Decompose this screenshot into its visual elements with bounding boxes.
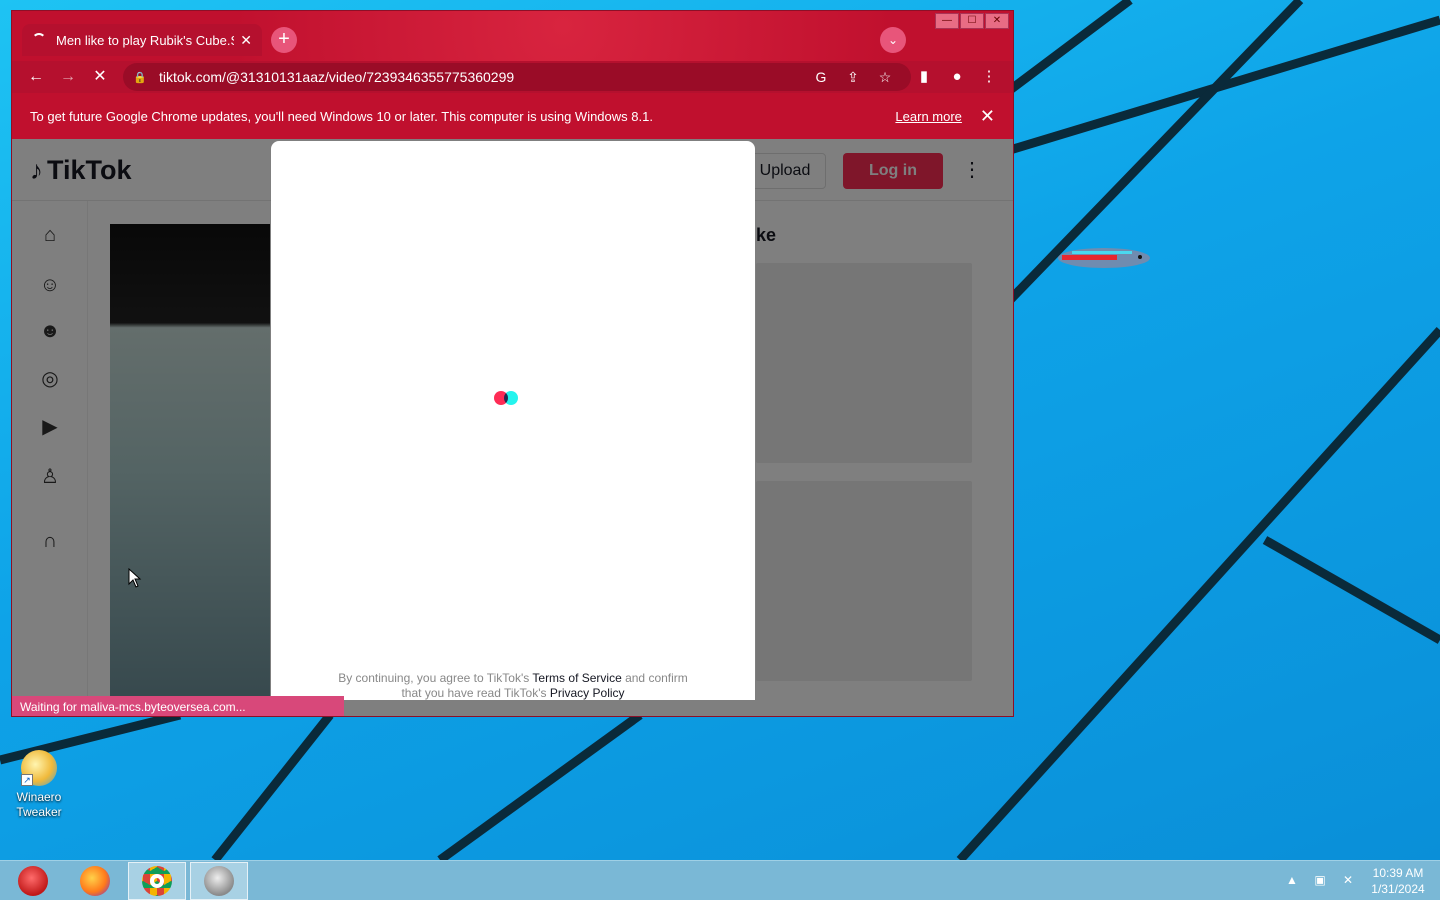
loading-indicator-icon bbox=[494, 389, 526, 409]
minimize-button[interactable]: — bbox=[935, 13, 959, 29]
clock[interactable]: 10:39 AM 1/31/2024 bbox=[1362, 865, 1434, 897]
forward-button[interactable]: → bbox=[52, 63, 84, 91]
chrome-icon bbox=[142, 865, 172, 896]
tab-close-icon[interactable]: ✕ bbox=[240, 32, 252, 49]
loader-cyan-dot bbox=[504, 391, 518, 405]
stop-loading-button[interactable]: ✕ bbox=[84, 63, 116, 91]
clock-time: 10:39 AM bbox=[1372, 866, 1424, 880]
desktop-icon-label-2: Tweaker bbox=[16, 805, 62, 819]
status-bubble: Waiting for maliva-mcs.byteoversea.com..… bbox=[12, 696, 344, 716]
profile-avatar-icon[interactable]: ● bbox=[942, 63, 972, 91]
clock-date: 1/31/2024 bbox=[1371, 882, 1425, 896]
fish-wallpaper-icon bbox=[1058, 248, 1150, 268]
tab-strip: Men like to play Rubik's Cube.So ✕ + ⌄ —… bbox=[12, 11, 1013, 61]
google-lens-icon[interactable]: G bbox=[805, 69, 837, 85]
loading-spinner-icon bbox=[32, 33, 46, 47]
privacy-policy-link[interactable]: Privacy Policy bbox=[550, 686, 625, 700]
winaero-tweaker-icon: ↗ bbox=[21, 750, 57, 786]
update-infobar: To get future Google Chrome updates, you… bbox=[12, 93, 1013, 139]
tiktok-page: ♪ TikTok Upload Log in ⋮ ⌂ ☺ ☻ ◎ ▶ ♙ ∩ k… bbox=[12, 139, 1013, 716]
ladybug-app-icon bbox=[18, 865, 48, 896]
back-button[interactable]: ← bbox=[20, 63, 52, 91]
system-tray: ▲ ▣ ✕ 10:39 AM 1/31/2024 bbox=[1278, 861, 1440, 900]
show-hidden-icons[interactable]: ▲ bbox=[1284, 873, 1300, 889]
taskbar-app-chrome[interactable] bbox=[128, 861, 186, 900]
new-tab-button[interactable]: + bbox=[271, 27, 297, 53]
volume-muted-icon[interactable]: ✕ bbox=[1340, 873, 1356, 889]
tab-title: Men like to play Rubik's Cube.So bbox=[56, 32, 235, 48]
terms-text: By continuing, you agree to TikTok's Ter… bbox=[331, 671, 695, 701]
url-text[interactable]: tiktok.com/@31310131aaz/video/7239346355… bbox=[159, 69, 805, 85]
lock-icon[interactable]: 🔒 bbox=[133, 71, 151, 84]
terms-prefix: By continuing, you agree to TikTok's bbox=[338, 671, 533, 685]
taskbar-app-ladybug[interactable] bbox=[4, 862, 62, 900]
mouse-cursor-icon bbox=[128, 568, 142, 588]
network-icon[interactable]: ▣ bbox=[1312, 873, 1328, 889]
taskbar-app-firefox[interactable] bbox=[66, 862, 124, 900]
share-icon[interactable]: ⇪ bbox=[837, 69, 869, 86]
terms-of-service-link[interactable]: Terms of Service bbox=[532, 671, 621, 685]
chrome-window: Men like to play Rubik's Cube.So ✕ + ⌄ —… bbox=[11, 10, 1014, 717]
desktop-icon-winaero-tweaker[interactable]: ↗ Winaero Tweaker bbox=[8, 748, 70, 820]
login-modal: By continuing, you agree to TikTok's Ter… bbox=[271, 141, 755, 700]
firefox-icon bbox=[80, 865, 110, 896]
desktop-icon-label-1: Winaero bbox=[16, 790, 62, 804]
tab-search-button[interactable]: ⌄ bbox=[880, 27, 906, 53]
chrome-menu-icon[interactable]: ⋮ bbox=[974, 63, 1004, 91]
infobar-message: To get future Google Chrome updates, you… bbox=[30, 108, 653, 124]
address-bar[interactable]: 🔒 tiktok.com/@31310131aaz/video/72393463… bbox=[123, 63, 911, 91]
close-window-button[interactable]: ✕ bbox=[985, 13, 1009, 29]
window-controls: — ☐ ✕ bbox=[934, 13, 1009, 29]
infobar-close-icon[interactable]: ✕ bbox=[980, 106, 995, 127]
browser-toolbar: ← → ✕ 🔒 tiktok.com/@31310131aaz/video/72… bbox=[12, 61, 1013, 93]
learn-more-link[interactable]: Learn more bbox=[895, 109, 961, 124]
bookmark-star-icon[interactable]: ☆ bbox=[869, 69, 901, 86]
taskbar-app-winaero[interactable] bbox=[190, 861, 248, 900]
tab-tiktok-video[interactable]: Men like to play Rubik's Cube.So ✕ bbox=[22, 24, 262, 56]
maximize-button[interactable]: ☐ bbox=[960, 13, 984, 29]
taskbar: ▲ ▣ ✕ 10:39 AM 1/31/2024 bbox=[0, 860, 1440, 900]
winaero-tweaker-taskbar-icon bbox=[204, 865, 234, 896]
shortcut-arrow-icon: ↗ bbox=[21, 774, 33, 786]
side-panel-icon[interactable]: ▮ bbox=[909, 63, 939, 91]
